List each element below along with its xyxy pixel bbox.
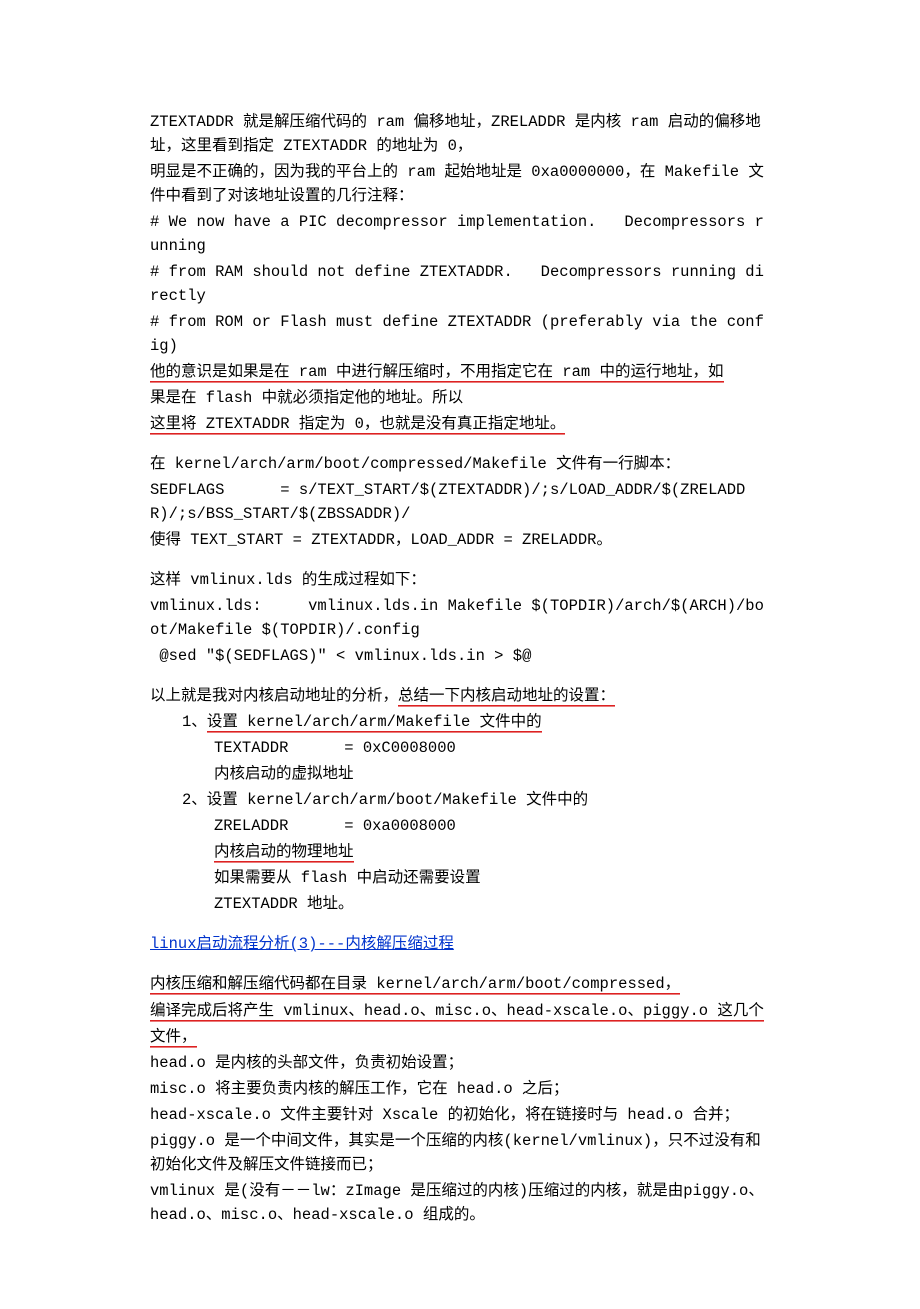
paragraph: misc.o 将主要负责内核的解压工作，它在 head.o 之后； bbox=[150, 1077, 770, 1101]
paragraph: 以上就是我对内核启动地址的分析，总结一下内核启动地址的设置： bbox=[150, 684, 770, 708]
highlighted-text: 总结一下内核启动地址的设置： bbox=[398, 687, 615, 705]
paragraph: 文件， bbox=[150, 1025, 770, 1049]
list-item-detail: 内核启动的虚拟地址 bbox=[150, 762, 770, 786]
paragraph: 明显是不正确的，因为我的平台上的 ram 起始地址是 0xa0000000，在 … bbox=[150, 160, 770, 208]
code-line: vmlinux.lds: vmlinux.lds.in Makefile $(T… bbox=[150, 594, 770, 642]
list-item: 1、设置 kernel/arch/arm/Makefile 文件中的 bbox=[150, 710, 770, 734]
highlighted-text: 内核压缩和解压缩代码都在目录 kernel/arch/arm/boot/comp… bbox=[150, 975, 680, 993]
paragraph: 果是在 flash 中就必须指定他的地址。所以 bbox=[150, 386, 770, 410]
paragraph: 他的意识是如果是在 ram 中进行解压缩时，不用指定它在 ram 中的运行地址，… bbox=[150, 360, 770, 384]
link-kernel-decompress[interactable]: linux启动流程分析(3)---内核解压缩过程 bbox=[150, 935, 454, 953]
paragraph: head.o 是内核的头部文件，负责初始设置； bbox=[150, 1051, 770, 1075]
paragraph: 在 kernel/arch/arm/boot/compressed/Makefi… bbox=[150, 452, 770, 476]
text: 以上就是我对内核启动地址的分析， bbox=[150, 687, 398, 705]
code-comment: # from ROM or Flash must define ZTEXTADD… bbox=[150, 310, 770, 358]
highlighted-text: 内核启动的物理地址 bbox=[214, 843, 354, 861]
document-page: ZTEXTADDR 就是解压缩代码的 ram 偏移地址，ZRELADDR 是内核… bbox=[0, 0, 920, 1309]
list-item-detail: ZTEXTADDR 地址。 bbox=[150, 892, 770, 916]
paragraph: 编译完成后将产生 vmlinux、head.o、misc.o、head-xsca… bbox=[150, 999, 770, 1023]
paragraph: piggy.o 是一个中间文件，其实是一个压缩的内核(kernel/vmlinu… bbox=[150, 1129, 770, 1177]
highlighted-text: 编译完成后将产生 vmlinux、head.o、misc.o、head-xsca… bbox=[150, 1002, 764, 1020]
code-line: @sed "$(SEDFLAGS)" < vmlinux.lds.in > $@ bbox=[150, 644, 770, 668]
paragraph: 这里将 ZTEXTADDR 指定为 0，也就是没有真正指定地址。 bbox=[150, 412, 770, 436]
code-comment: # from RAM should not define ZTEXTADDR. … bbox=[150, 260, 770, 308]
list-item-detail: 如果需要从 flash 中启动还需要设置 bbox=[150, 866, 770, 890]
paragraph: vmlinux 是(没有－－lw：zImage 是压缩过的内核)压缩过的内核，就… bbox=[150, 1179, 770, 1227]
list-item: 2、设置 kernel/arch/arm/boot/Makefile 文件中的 bbox=[150, 788, 770, 812]
paragraph: 使得 TEXT_START = ZTEXTADDR，LOAD_ADDR = ZR… bbox=[150, 528, 770, 552]
list-item-detail: ZRELADDR = 0xa0008000 bbox=[150, 814, 770, 838]
highlighted-text: 设置 kernel/arch/arm/Makefile 文件中的 bbox=[207, 713, 542, 731]
code-line: SEDFLAGS = s/TEXT_START/$(ZTEXTADDR)/;s/… bbox=[150, 478, 770, 526]
paragraph: 这样 vmlinux.lds 的生成过程如下： bbox=[150, 568, 770, 592]
list-item-detail: 内核启动的物理地址 bbox=[150, 840, 770, 864]
code-comment: # We now have a PIC decompressor impleme… bbox=[150, 210, 770, 258]
list-marker: 1、 bbox=[182, 713, 207, 731]
highlighted-text: 文件， bbox=[150, 1028, 197, 1046]
paragraph: head-xscale.o 文件主要针对 Xscale 的初始化，将在链接时与 … bbox=[150, 1103, 770, 1127]
section-link: linux启动流程分析(3)---内核解压缩过程 bbox=[150, 932, 770, 956]
highlighted-text: 这里将 ZTEXTADDR 指定为 0，也就是没有真正指定地址。 bbox=[150, 415, 565, 433]
paragraph: ZTEXTADDR 就是解压缩代码的 ram 偏移地址，ZRELADDR 是内核… bbox=[150, 110, 770, 158]
list-item-detail: TEXTADDR = 0xC0008000 bbox=[150, 736, 770, 760]
highlighted-text: 他的意识是如果是在 ram 中进行解压缩时，不用指定它在 ram 中的运行地址，… bbox=[150, 363, 724, 381]
paragraph: 内核压缩和解压缩代码都在目录 kernel/arch/arm/boot/comp… bbox=[150, 972, 770, 996]
